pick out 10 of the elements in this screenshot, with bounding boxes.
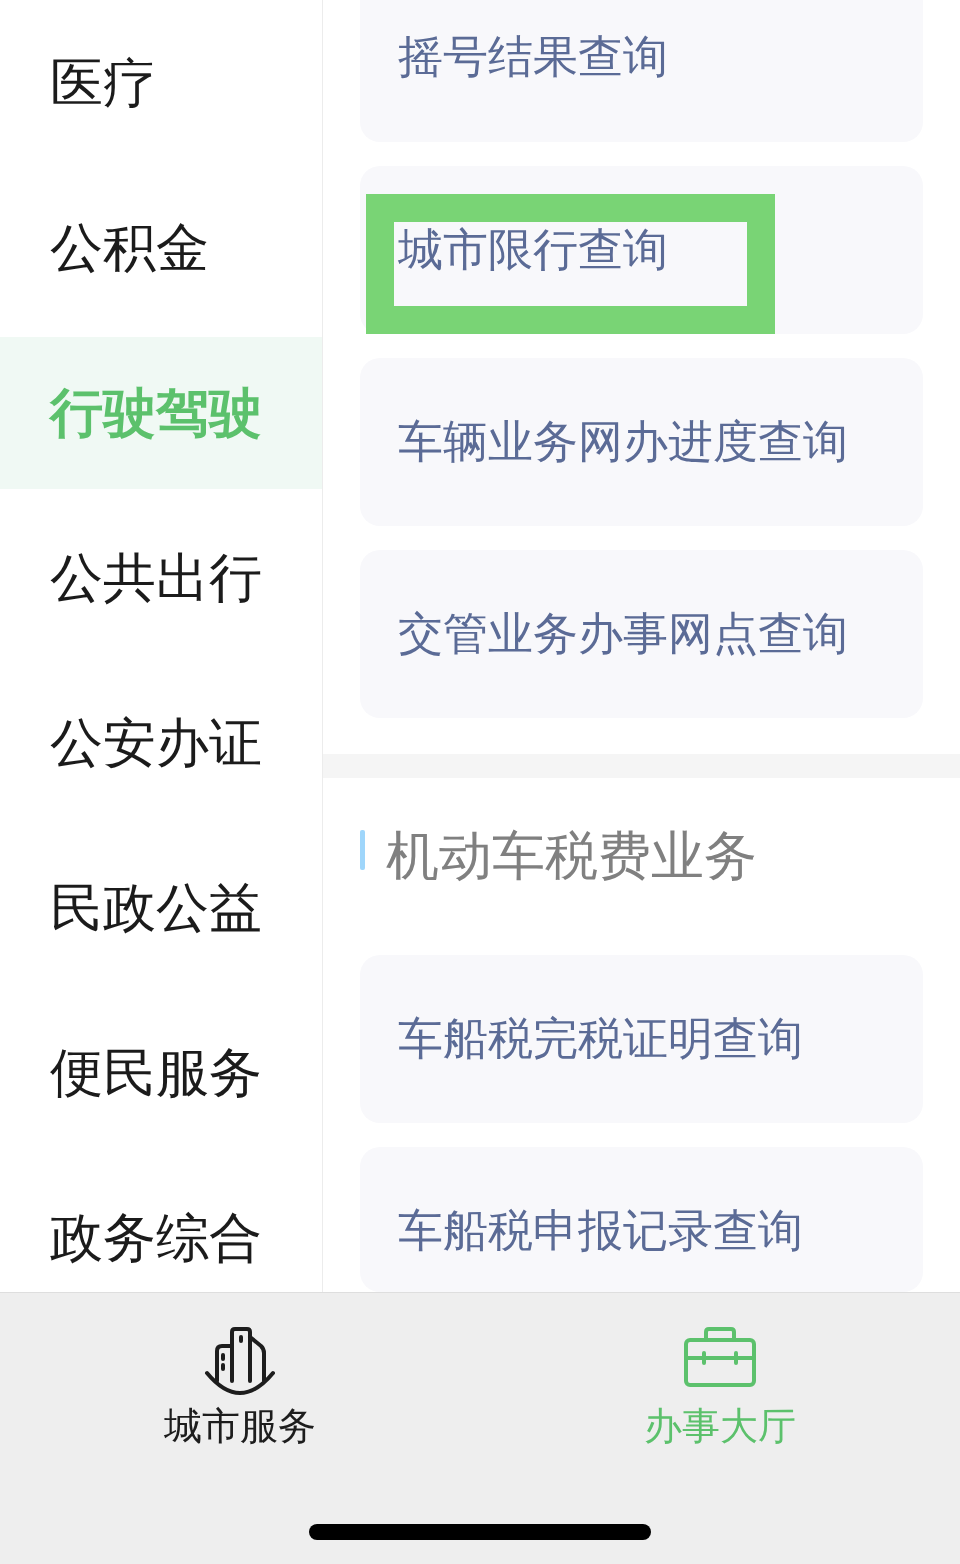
city-buildings-icon	[204, 1327, 276, 1395]
service-card[interactable]: 车船税完税证明查询	[360, 955, 923, 1123]
service-card[interactable]: 车辆业务网办进度查询	[360, 358, 923, 526]
section-title: 机动车税费业务	[386, 826, 757, 886]
tab-button[interactable]: 城市服务	[164, 1327, 316, 1451]
briefcase-icon	[684, 1327, 756, 1387]
service-card[interactable]: 车船税申报记录查询	[360, 1147, 923, 1292]
title-marker-icon	[360, 830, 365, 870]
service-card[interactable]: 交管业务办事网点查询	[360, 550, 923, 718]
service-card[interactable]: 摇号结果查询	[360, 0, 923, 142]
